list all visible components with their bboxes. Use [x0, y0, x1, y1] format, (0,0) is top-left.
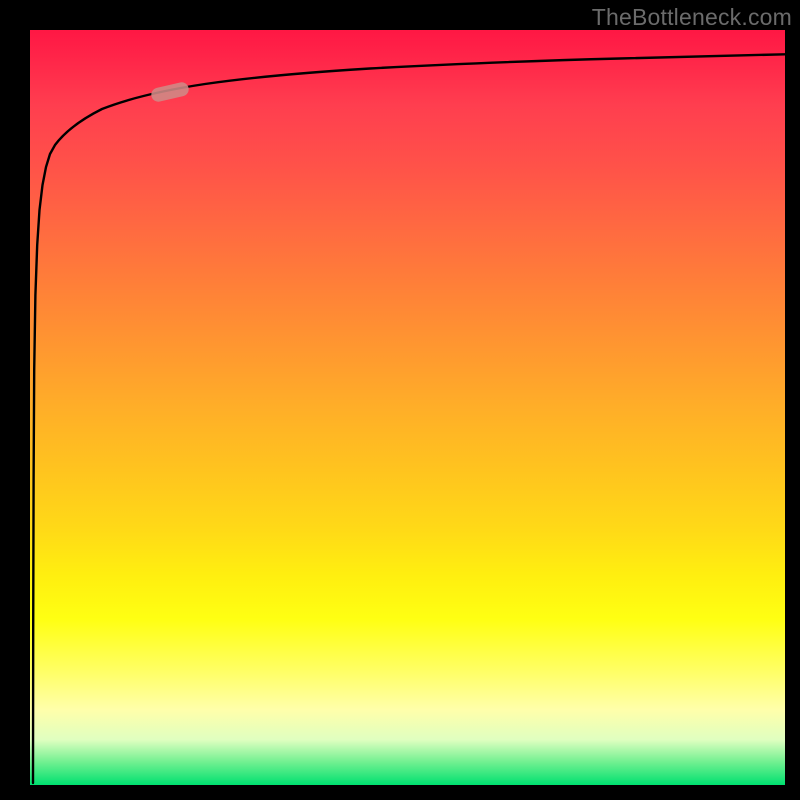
chart-curve-layer	[30, 30, 785, 785]
chart-frame: TheBottleneck.com	[0, 0, 800, 800]
highlight-marker	[150, 81, 190, 103]
chart-curve	[33, 54, 785, 783]
watermark-text: TheBottleneck.com	[592, 4, 792, 31]
